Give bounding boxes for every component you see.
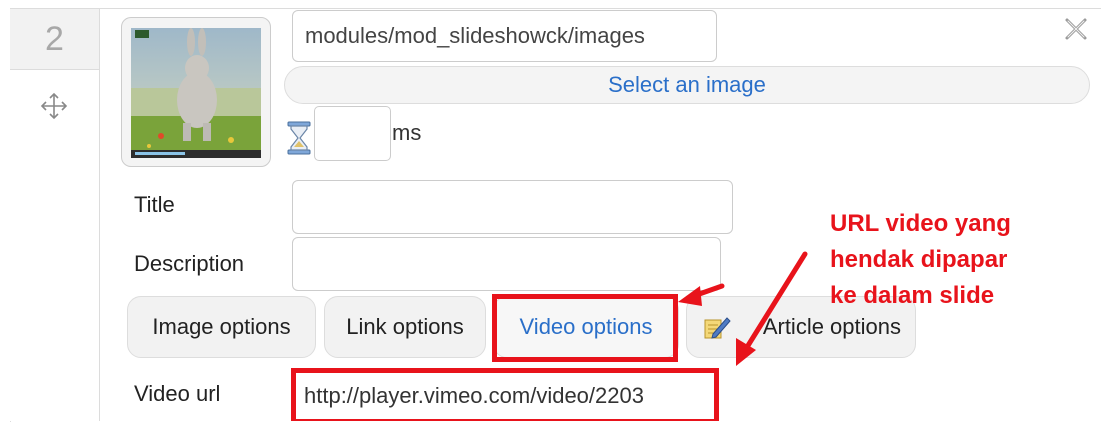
annotation-line-2: hendak dipapar [830, 246, 1008, 273]
annotation-text: URL video yang hendak dipapar ke dalam s… [830, 206, 1011, 314]
annotation-line-3: ke dalam slide [830, 282, 995, 309]
annotation-line-1: URL video yang [830, 210, 1011, 237]
